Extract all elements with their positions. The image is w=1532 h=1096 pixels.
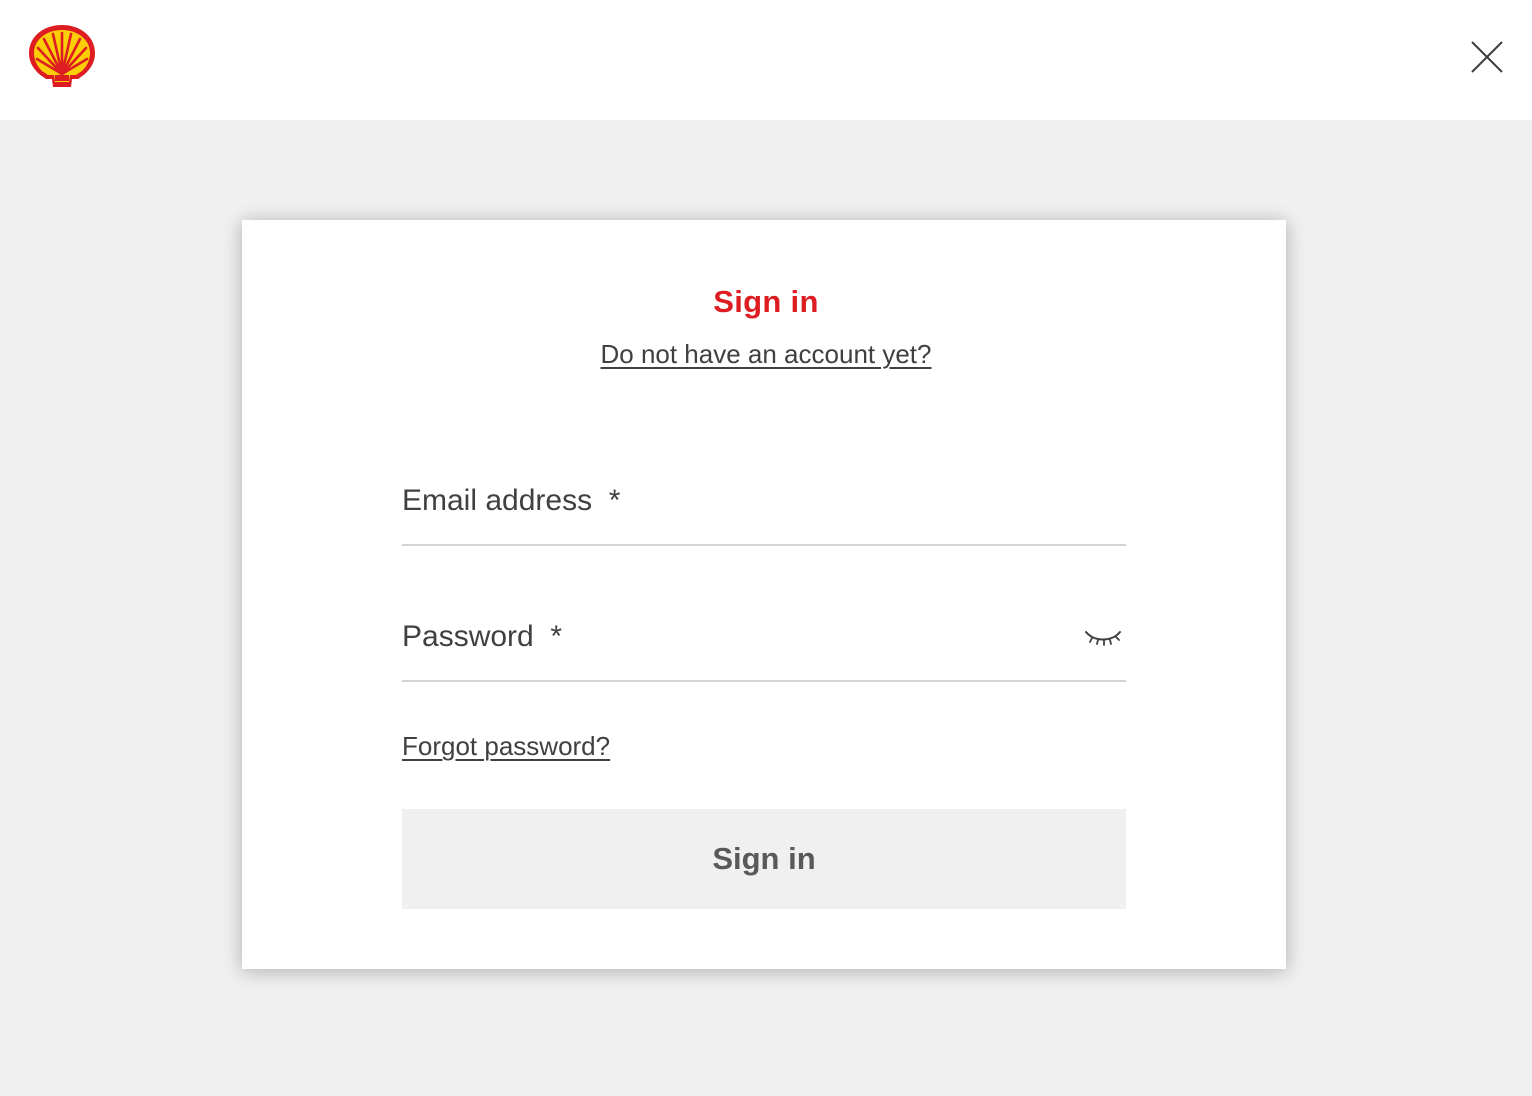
email-label: Email address * xyxy=(402,484,621,517)
password-field[interactable]: Password * xyxy=(402,610,1126,682)
register-link-row: Do not have an account yet? xyxy=(0,336,1532,377)
eye-closed-icon[interactable] xyxy=(1084,624,1122,650)
register-link[interactable]: Do not have an account yet? xyxy=(600,339,931,369)
sign-in-button[interactable]: Sign in xyxy=(402,809,1126,909)
email-field[interactable]: Email address * xyxy=(402,474,1126,546)
shell-logo[interactable] xyxy=(26,22,98,90)
forgot-password-link[interactable]: Forgot password? xyxy=(402,731,610,761)
password-label: Password * xyxy=(402,620,563,653)
close-icon xyxy=(1471,41,1503,73)
top-bar xyxy=(0,0,1532,120)
close-button[interactable] xyxy=(1466,36,1508,78)
page-title: Sign in xyxy=(713,284,819,319)
forgot-password-row: Forgot password? xyxy=(402,728,610,769)
